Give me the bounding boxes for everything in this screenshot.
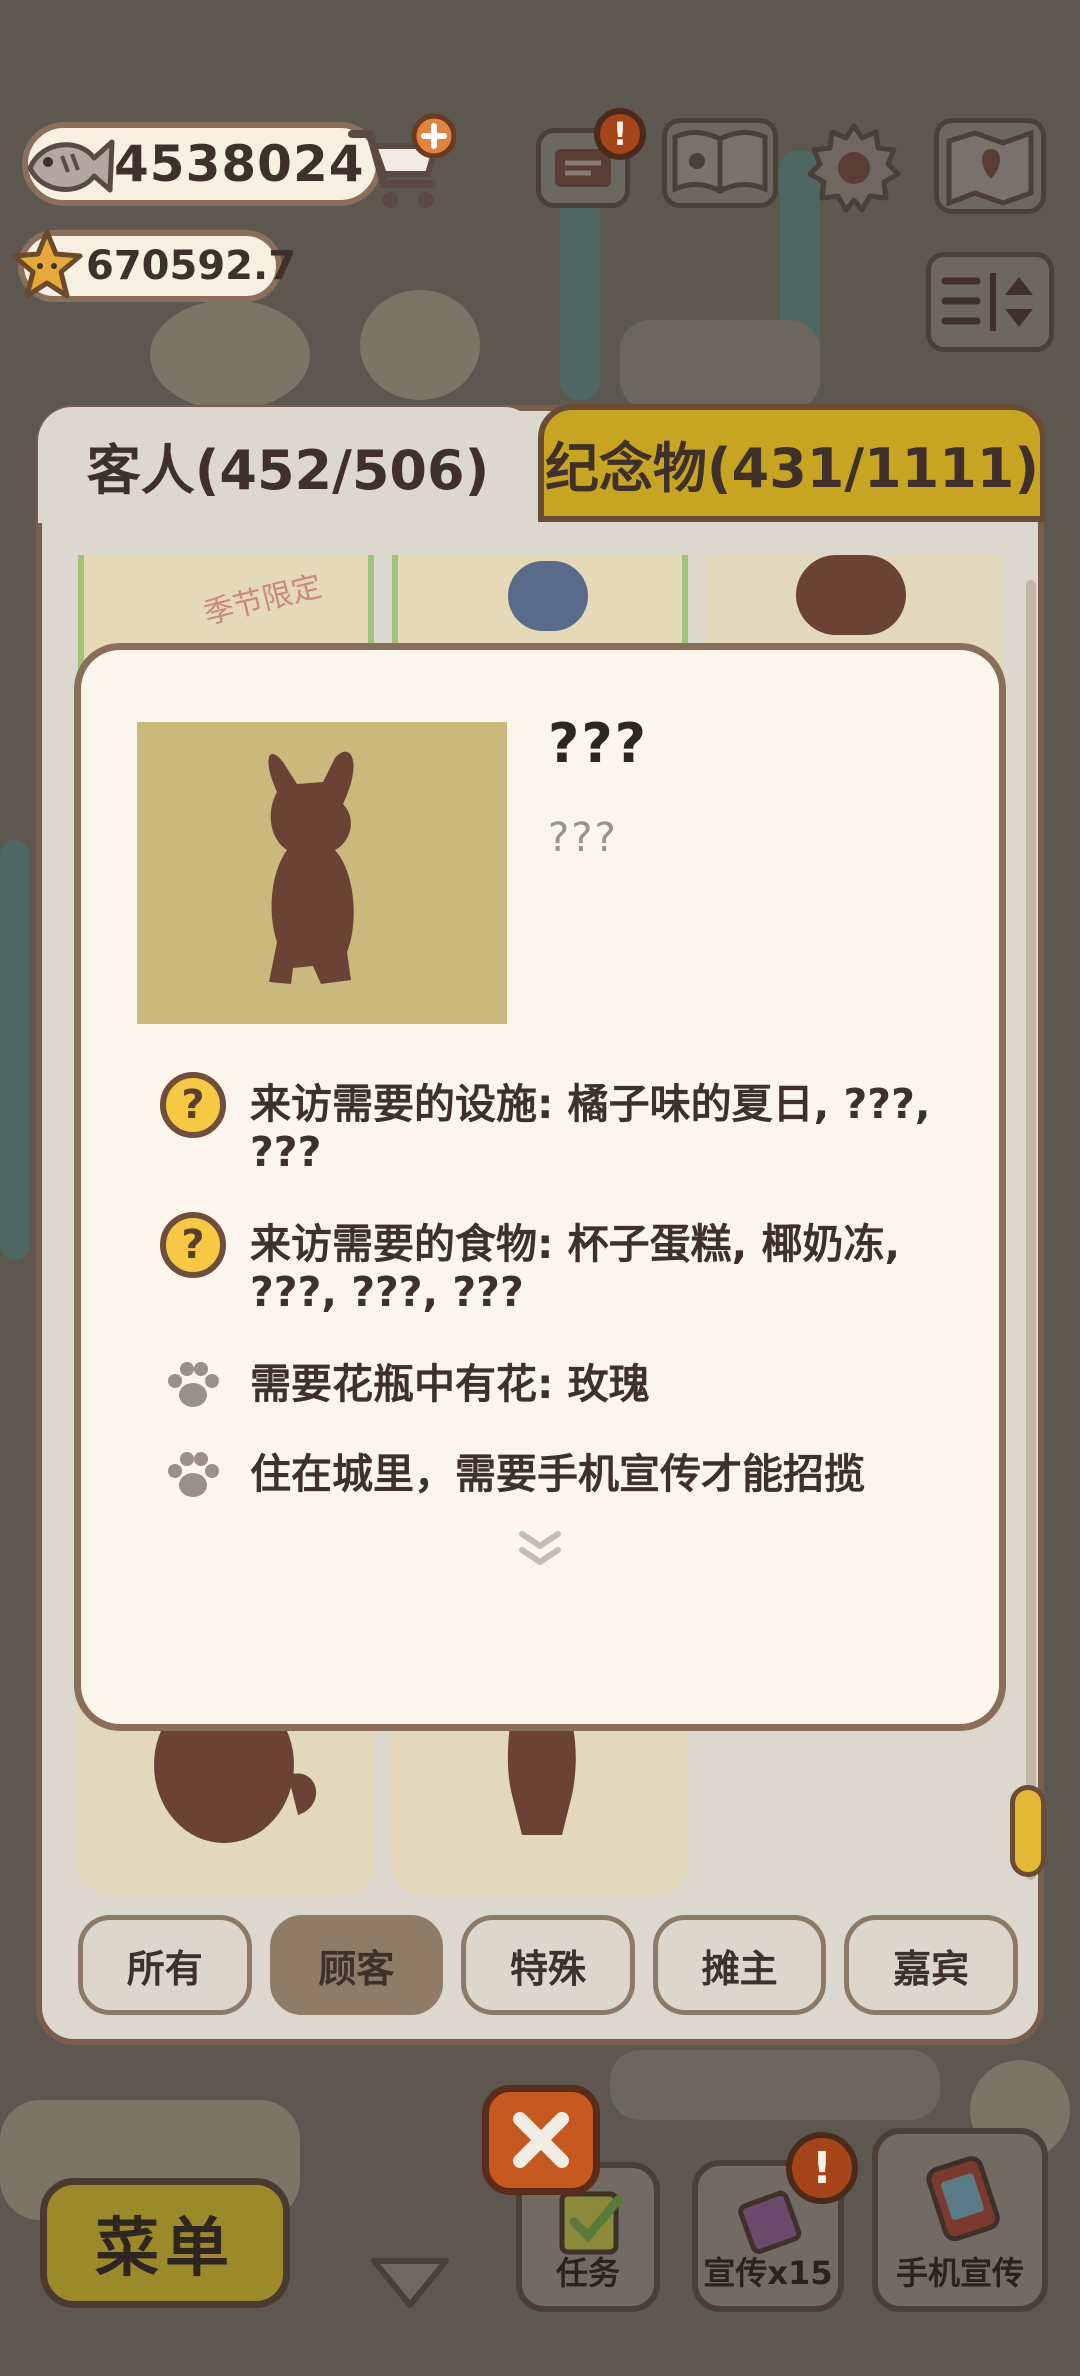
collapse-triangle-icon[interactable] [368,2255,452,2315]
phone-promo-button[interactable]: 手机宣传 [872,2128,1048,2312]
requirement-vase-flower: 需要花瓶中有花: 玫瑰 [160,1352,960,1418]
question-icon: ? [160,1212,226,1278]
fish-icon [22,128,118,204]
requirement-foods: ? 来访需要的食物: 杯子蛋糕, 椰奶冻, ???, ???, ??? [160,1212,960,1316]
menu-button[interactable]: 菜单 [40,2178,290,2308]
tab-guests-label: 客人(452/506) [86,438,490,502]
unknown-guest-silhouette [268,751,354,984]
settings-gear-icon[interactable] [806,120,902,216]
filter-special[interactable]: 特殊 [461,1915,635,2015]
guest-book-button[interactable] [662,118,778,208]
close-button[interactable] [482,2085,600,2195]
mail-alert-badge: ! [594,108,646,160]
flyer-icon [738,2190,802,2254]
question-icon: ? [160,1072,226,1138]
guest-description: ??? [548,815,618,861]
tab-guests[interactable]: 客人(452/506) [38,407,538,523]
filter-customers[interactable]: 顾客 [269,1915,444,2015]
filter-vip[interactable]: 嘉宾 [844,1915,1018,2015]
requirement-phone-promo: 住在城里，需要手机宣传才能招揽 [160,1442,960,1508]
fish-currency-value: 4538024 [114,135,365,193]
grid-scrollbar-thumb[interactable] [1010,1785,1046,1877]
tab-souvenirs-label: 纪念物(431/1111) [544,436,1040,500]
star-currency-value: 670592.7 [86,243,297,289]
promo-alert-badge: ! [786,2132,858,2204]
guest-portrait [137,722,507,1024]
checklist-icon [559,2191,623,2255]
guest-name: ??? [548,712,648,775]
close-icon [513,2112,569,2168]
seasonal-limited-stamp: 季节限定 [200,568,326,632]
tab-souvenirs[interactable]: 纪念物(431/1111) [538,404,1046,522]
paw-icon [168,1452,219,1497]
filter-all[interactable]: 所有 [78,1915,252,2015]
map-button[interactable] [934,118,1046,214]
shop-cart-button[interactable] [344,112,456,216]
phone-icon [926,2156,1000,2242]
category-filters: 所有 顾客 特殊 摊主 嘉宾 [78,1915,1018,2019]
sort-toggle-button[interactable] [926,252,1054,352]
grid-scroll-track [1026,580,1036,1880]
filter-vendors[interactable]: 摊主 [652,1915,827,2015]
scroll-more-chevron-icon[interactable] [514,1528,566,1568]
star-icon [10,228,84,302]
paw-icon [168,1362,219,1407]
requirement-facilities: ? 来访需要的设施: 橘子味的夏日, ???, ??? [160,1072,960,1176]
